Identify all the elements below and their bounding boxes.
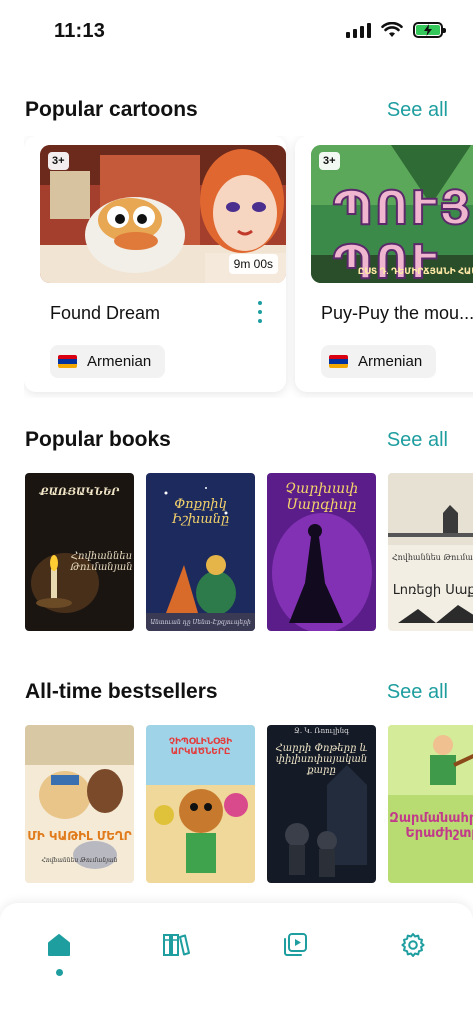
book-title: Հարրի Փոթերը և փիլիսոփայական քարը — [275, 743, 368, 776]
cartoon-thumbnail: 3+ 9m 00s — [40, 145, 286, 283]
status-icons — [346, 22, 446, 38]
thumbnail-caption: ԸՍՏ Դ. ԴԵՄԻՐՃՅԱՆԻ ՀԱՄԱՆՈՒՆ — [357, 266, 473, 276]
book-author: Անտուան դը Սենտ-Էքզյուպերի — [150, 619, 251, 626]
bestsellers-carousel[interactable]: ՄԻ ԿԱԹԻԼ ՄԵՂՐ Հովհաննես Թումանյան ՉԻՊՕԼԻ… — [25, 725, 473, 885]
book-cover[interactable]: ՔԱՌՅԱԿՆԵՐ Հովհաննես Թումանյան — [25, 473, 134, 631]
battery-charging-icon — [413, 22, 446, 38]
cellular-signal-icon — [346, 22, 371, 38]
armenia-flag-icon — [329, 355, 348, 368]
active-indicator — [56, 969, 63, 976]
gear-icon — [401, 933, 425, 957]
book-title: Զարմանահրաշ Երաժիշտը — [389, 811, 473, 841]
home-icon — [48, 934, 70, 956]
nav-library[interactable] — [156, 925, 196, 965]
book-cover[interactable]: Զարմանահրաշ Երաժիշտը — [388, 725, 473, 883]
popular-books-header: Popular books See all — [25, 428, 448, 452]
cartoon-carousel[interactable]: 3+ 9m 00s Found Dream Armenian ՊՈՒՅ-ՊՈՒ … — [24, 136, 473, 398]
language-chip: Armenian — [50, 345, 166, 378]
books-icon — [163, 934, 190, 956]
nav-home[interactable] — [39, 925, 79, 965]
bestsellers-header: All-time bestsellers See all — [25, 680, 448, 704]
age-rating-badge: 3+ — [48, 152, 69, 170]
see-all-bestsellers-link[interactable]: See all — [387, 681, 448, 704]
language-label: Armenian — [87, 353, 152, 370]
duration-badge: 9m 00s — [228, 254, 278, 274]
book-cover[interactable]: Հովհաննես Թումանյան Լոռեցի Սաքոն — [388, 473, 473, 631]
popular-books-carousel[interactable]: ՔԱՌՅԱԿՆԵՐ Հովհաննես Թումանյան Փոքրիկ Իշխ… — [25, 473, 473, 633]
armenia-flag-icon — [58, 355, 77, 368]
book-author: Հովհաննես Թումանյան — [41, 857, 118, 864]
book-title: Չարխափ Սարգիսը — [284, 481, 359, 513]
age-rating-badge: 3+ — [319, 152, 340, 170]
status-bar: 11:13 — [0, 0, 473, 60]
book-cover[interactable]: Փոքրիկ Իշխանը Անտուան դը Սենտ-Էքզյուպերի — [146, 473, 255, 631]
book-cover[interactable]: Ջ. Կ. Ռոուլինգ Հարրի Փոթերը և փիլիսոփայա… — [267, 725, 376, 883]
language-label: Armenian — [358, 353, 423, 370]
book-title: ՄԻ ԿԱԹԻԼ ՄԵՂՐ — [27, 829, 132, 843]
popular-cartoons-header: Popular cartoons See all — [25, 98, 448, 122]
video-playlist-icon — [284, 933, 307, 956]
section-title: Popular cartoons — [25, 98, 198, 121]
cartoon-title: Found Dream — [50, 303, 161, 323]
cartoon-thumbnail: ՊՈՒՅ-ՊՈՒ ԸՍՏ Դ. ԴԵՄԻՐՃՅԱՆԻ ՀԱՄԱՆՈՒՆ 3+ — [311, 145, 473, 283]
book-title: ՔԱՌՅԱԿՆԵՐ — [39, 487, 120, 498]
see-all-books-link[interactable]: See all — [387, 429, 448, 452]
status-time: 11:13 — [54, 20, 106, 42]
section-title: All-time bestsellers — [25, 680, 218, 703]
cartoon-card[interactable]: 3+ 9m 00s Found Dream Armenian — [24, 136, 286, 392]
book-title: Փոքրիկ Իշխանը — [171, 497, 230, 527]
language-chip: Armenian — [321, 345, 437, 378]
book-cover[interactable]: ՄԻ ԿԱԹԻԼ ՄԵՂՐ Հովհաննես Թումանյան — [25, 725, 134, 883]
nav-videos[interactable] — [275, 925, 315, 965]
nav-settings[interactable] — [393, 925, 433, 965]
book-title: Լոռեցի Սաքոն — [392, 583, 473, 598]
more-vertical-icon[interactable] — [253, 301, 267, 323]
bottom-navigation — [0, 903, 473, 1024]
wifi-icon — [381, 22, 403, 37]
see-all-cartoons-link[interactable]: See all — [387, 99, 448, 122]
book-cover[interactable]: Չարխափ Սարգիսը — [267, 473, 376, 631]
book-author: Հովհաննես Թումանյան — [70, 551, 133, 573]
cartoon-card[interactable]: ՊՈՒՅ-ՊՈՒ ԸՍՏ Դ. ԴԵՄԻՐՃՅԱՆԻ ՀԱՄԱՆՈՒՆ 3+ P… — [295, 136, 473, 392]
book-author: Ջ. Կ. Ռոուլինգ — [294, 727, 349, 735]
book-title: ՉԻՊՕԼԻՆՕՅԻ ԱՐԿԱԾՆԵՐԸ — [168, 737, 233, 757]
section-title: Popular books — [25, 428, 171, 451]
book-author: Հովհաննես Թումանյան — [391, 553, 473, 562]
cartoon-title: Puy-Puy the mou... — [321, 303, 473, 323]
book-cover[interactable]: ՉԻՊՕԼԻՆՕՅԻ ԱՐԿԱԾՆԵՐԸ — [146, 725, 255, 883]
